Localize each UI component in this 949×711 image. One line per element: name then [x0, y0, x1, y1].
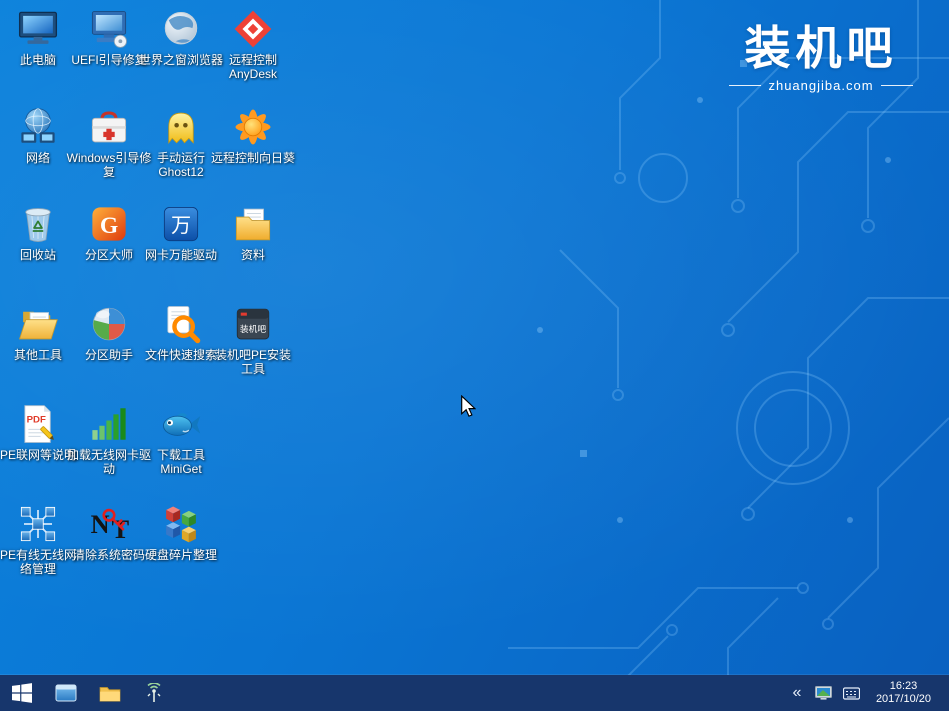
desktop-icon-miniget-downloader[interactable]: 下载工具MiniGet: [145, 403, 217, 476]
taskbar-file-explorer-button[interactable]: [88, 675, 132, 711]
network-nodes-icon: [15, 503, 61, 545]
sphere-icon: [86, 303, 132, 345]
pdf-document-icon: PDF: [15, 403, 61, 445]
diskgenius-letter: G: [100, 213, 118, 239]
display-icon: [815, 686, 832, 701]
diskgenius-icon: G: [86, 203, 132, 245]
clock-date: 2017/10/20: [876, 693, 931, 706]
nt-key-icon: N T: [86, 503, 132, 545]
desktop-icon-pe-network-guide[interactable]: PDF PE联网等说明: [2, 403, 74, 462]
system-tray: « 16:23 2017/10/20: [784, 675, 949, 711]
pdf-text: PDF: [27, 414, 46, 425]
desktop-icon-network[interactable]: 网络: [2, 106, 74, 165]
magnifier-icon: [158, 303, 204, 345]
desktop-icon-other-tools[interactable]: 其他工具: [2, 303, 74, 362]
desktop-icon-uefi-boot-repair[interactable]: UEFI引导修复: [73, 8, 145, 67]
desktop-icon-windows-boot-repair[interactable]: Windows引导修复: [73, 106, 145, 179]
toolbox-icon: [86, 106, 132, 148]
taskbar: « 16:23 2017/10/20: [0, 675, 949, 711]
desktop-icon-partition-assistant[interactable]: 分区助手: [73, 303, 145, 362]
cubes-icon: [158, 503, 204, 545]
brand-url: zhuangjiba.com: [768, 78, 873, 93]
desktop-icon-this-pc[interactable]: 此电脑: [2, 8, 74, 67]
recycle-bin-icon: [15, 203, 61, 245]
desktop-icon-disk-defrag[interactable]: 硬盘碎片整理: [145, 503, 217, 562]
desktop-icon-wireless-nic-driver[interactable]: 加载无线网卡驱动: [73, 403, 145, 476]
signal-bars-icon: [86, 403, 132, 445]
tray-keyboard-button[interactable]: [838, 675, 866, 711]
desktop-icon-fast-file-search[interactable]: 文件快速搜索: [145, 303, 217, 362]
icon-label: 资料: [210, 248, 296, 262]
logo-rule-right: [881, 85, 913, 86]
pe-installer-icon: 装机吧: [230, 303, 276, 345]
fish-icon: [158, 403, 204, 445]
open-folder-icon: [15, 303, 61, 345]
desktop-icon-partition-master[interactable]: G 分区大师: [73, 203, 145, 262]
folder-icon: [230, 203, 276, 245]
brand-logo: 装机吧 zhuangjiba.com: [729, 20, 913, 93]
wan-character: 万: [171, 215, 191, 237]
network-globe-icon: [15, 106, 61, 148]
taskbar-app-window-button[interactable]: [44, 675, 88, 711]
keyboard-icon: [843, 687, 860, 700]
red-diamond-icon: [230, 8, 276, 50]
logo-rule-left: [729, 85, 761, 86]
desktop-icon-run-ghost12[interactable]: 手动运行Ghost12: [145, 106, 217, 179]
icon-label: 硬盘碎片整理: [138, 548, 224, 562]
tray-display-button[interactable]: [810, 675, 838, 711]
uefi-repair-icon: [86, 8, 132, 50]
icon-label: 装机吧PE安装工具: [210, 348, 296, 376]
desktop-icon-world-window-browser[interactable]: 世界之窗浏览器: [145, 8, 217, 67]
ghost-icon: [158, 106, 204, 148]
file-explorer-icon: [99, 684, 121, 702]
taskbar-clock[interactable]: 16:23 2017/10/20: [866, 680, 941, 706]
desktop-icon-anydesk-remote[interactable]: 远程控制AnyDesk: [217, 8, 289, 81]
wireless-antenna-icon: [142, 683, 166, 703]
windows-logo-icon: [12, 683, 32, 703]
wan-character-icon: 万: [158, 203, 204, 245]
desktop-icon-pe-network-manager[interactable]: PE有线无线网络管理: [2, 503, 74, 576]
globe-browser-icon: [158, 8, 204, 50]
icon-label: 下载工具MiniGet: [138, 448, 224, 476]
desktop-icon-documents[interactable]: 资料: [217, 203, 289, 262]
computer-icon: [15, 8, 61, 50]
icon-label: 远程控制AnyDesk: [210, 53, 296, 81]
app-window-icon: [55, 684, 77, 702]
sunflower-icon: [230, 106, 276, 148]
pe-installer-brand-text: 装机吧: [240, 323, 266, 334]
clock-time: 16:23: [876, 680, 931, 693]
taskbar-wireless-tool-button[interactable]: [132, 675, 176, 711]
icon-label: 远程控制向日葵: [210, 151, 296, 165]
tray-expand-chevron[interactable]: «: [784, 684, 810, 702]
brand-title: 装机吧: [729, 20, 913, 76]
desktop[interactable]: 装机吧 zhuangjiba.com 此电脑: [0, 0, 949, 711]
start-button[interactable]: [0, 675, 44, 711]
letter-n: N: [91, 510, 110, 539]
desktop-icon-recycle-bin[interactable]: 回收站: [2, 203, 74, 262]
desktop-icon-nic-universal-driver[interactable]: 万 网卡万能驱动: [145, 203, 217, 262]
desktop-icon-clear-system-password[interactable]: N T 清除系统密码: [73, 503, 145, 562]
desktop-icon-sunflower-remote[interactable]: 远程控制向日葵: [217, 106, 289, 165]
mouse-cursor: [460, 395, 476, 417]
desktop-icon-zhuangjiba-pe-installer[interactable]: 装机吧 装机吧PE安装工具: [217, 303, 289, 376]
